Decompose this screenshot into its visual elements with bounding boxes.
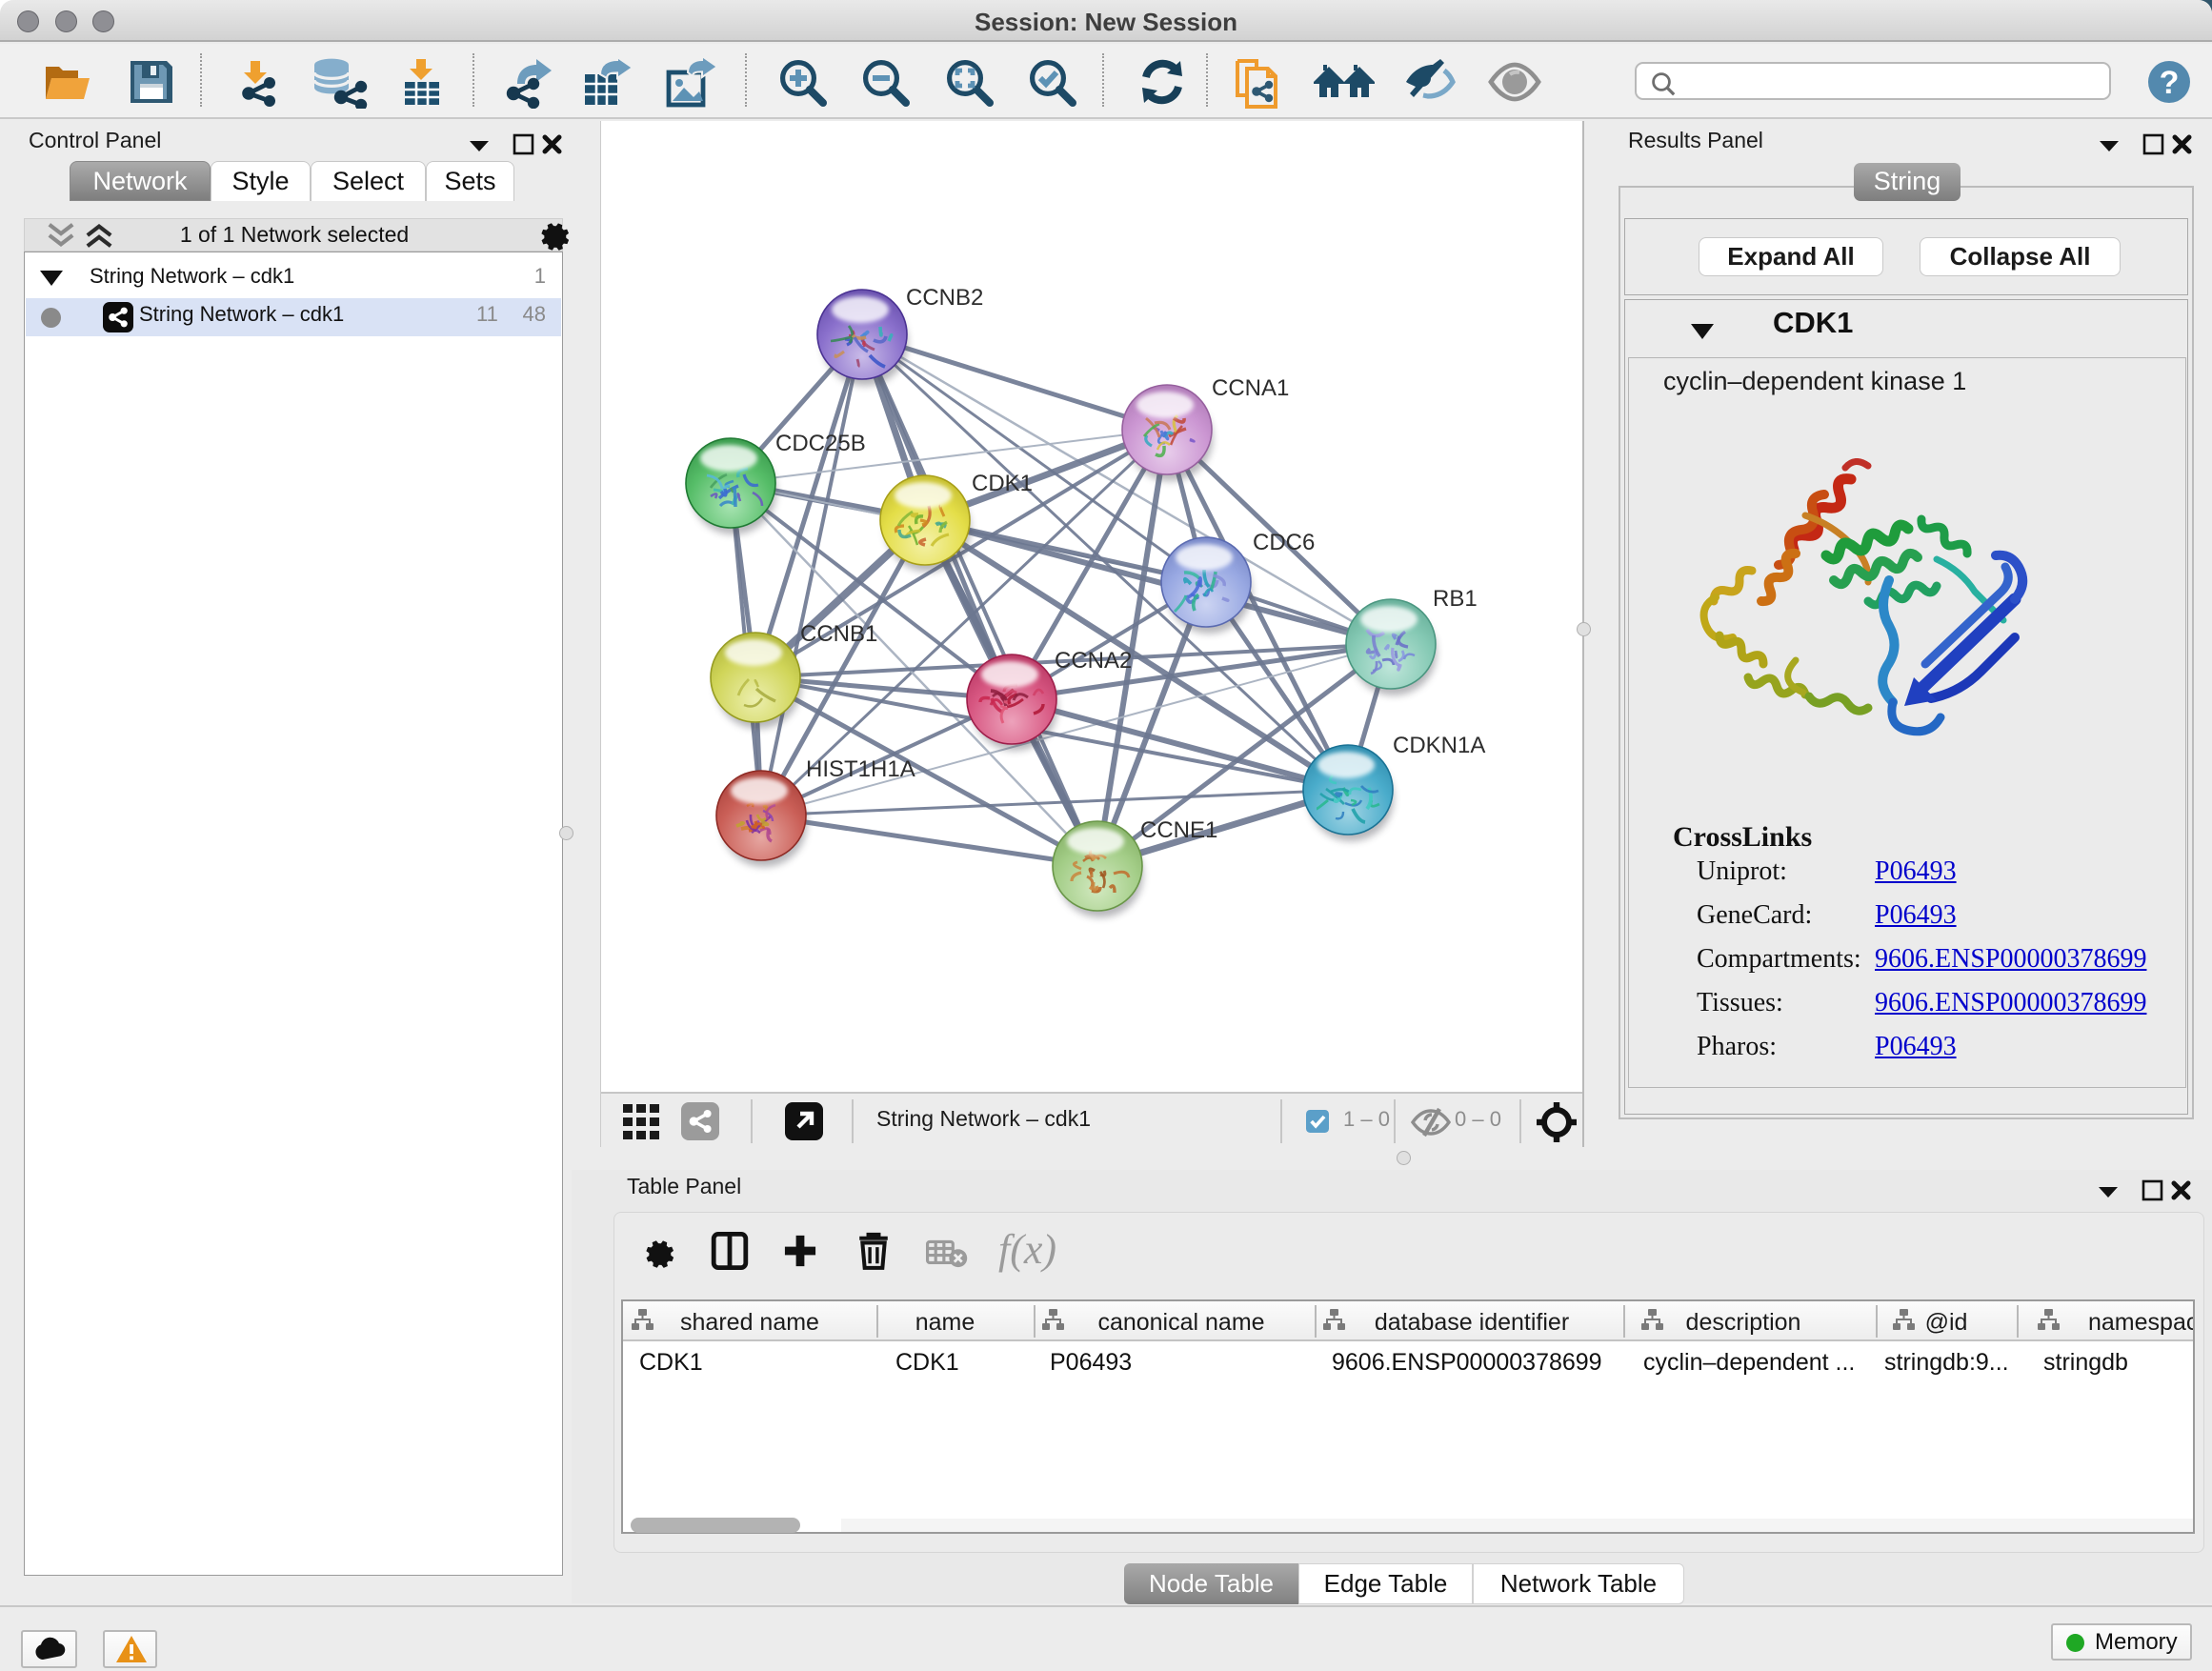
svg-text:CDK1: CDK1: [972, 471, 1033, 496]
svg-text:@id: @id: [1925, 1309, 1968, 1336]
svg-text:CDC25B: CDC25B: [775, 431, 866, 456]
svg-text:shared name: shared name: [680, 1309, 819, 1336]
svg-text:RB1: RB1: [1433, 586, 1478, 612]
svg-text:description: description: [1686, 1309, 1801, 1336]
svg-text:CCNB1: CCNB1: [800, 621, 877, 647]
svg-text:?: ?: [2160, 65, 2180, 101]
svg-text:name: name: [915, 1309, 975, 1336]
svg-text:CDKN1A: CDKN1A: [1393, 733, 1485, 758]
svg-text:CDC6: CDC6: [1253, 530, 1315, 555]
svg-text:database identifier: database identifier: [1375, 1309, 1569, 1336]
svg-text:HIST1H1A: HIST1H1A: [806, 756, 915, 782]
svg-text:CCNA1: CCNA1: [1212, 375, 1289, 401]
svg-text:CCNA2: CCNA2: [1055, 648, 1132, 674]
svg-text:CCNE1: CCNE1: [1140, 817, 1217, 843]
svg-text:canonical name: canonical name: [1097, 1309, 1264, 1336]
svg-text:namespace: namespace: [2088, 1309, 2193, 1336]
svg-text:CCNB2: CCNB2: [906, 285, 983, 311]
